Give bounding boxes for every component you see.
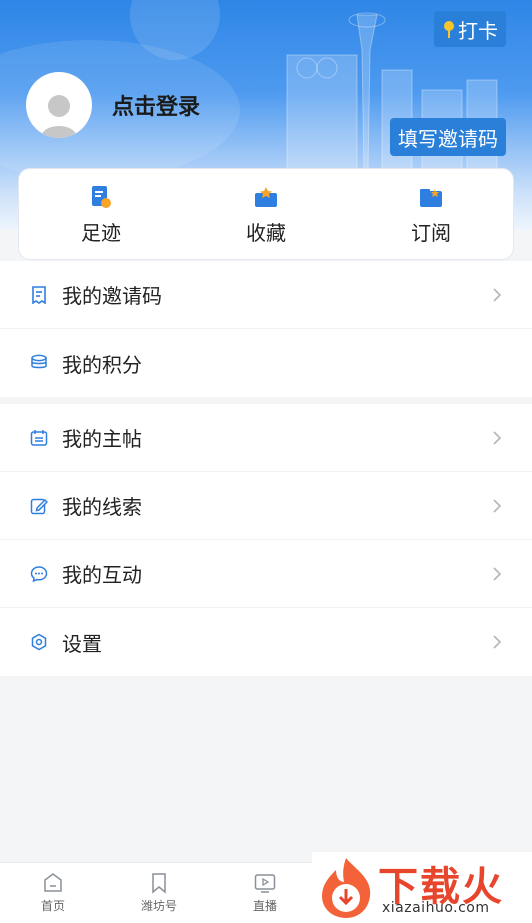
subscribe-icon — [420, 189, 442, 207]
footprint-icon — [92, 186, 111, 208]
tab-home[interactable]: 首页 — [0, 863, 106, 923]
invite-code-icon — [32, 285, 46, 304]
menu-item-label: 我的互动 — [62, 563, 142, 587]
settings-icon — [31, 633, 47, 651]
quick-action-footprint[interactable]: 足迹 — [51, 169, 151, 259]
menu-group-activity: 我的主帖 我的线索 我的互动 设置 — [0, 404, 532, 676]
points-icon — [31, 354, 47, 369]
watermark-url: xiazaihuo.com — [382, 900, 490, 916]
favorites-icon — [255, 187, 277, 207]
chevron-right-icon — [493, 287, 502, 302]
menu-item-label: 我的主帖 — [62, 427, 142, 451]
quick-action-label: 足迹 — [81, 221, 121, 245]
chevron-right-icon — [493, 430, 502, 445]
menu-item-label: 设置 — [62, 631, 102, 656]
flame-logo-icon — [322, 858, 371, 918]
quick-action-favorites[interactable]: 收藏 — [216, 169, 316, 259]
chevron-right-icon — [493, 498, 502, 513]
tab-label: 直播 — [252, 899, 277, 913]
posts-icon — [30, 429, 48, 446]
menu-item-points[interactable]: 我的积分 — [0, 329, 532, 397]
quick-action-label: 收藏 — [246, 221, 286, 245]
bookmark-icon — [152, 873, 166, 894]
location-pin-icon — [444, 21, 454, 38]
login-link[interactable]: 点击登录 — [112, 89, 200, 121]
edit-clue-icon — [30, 498, 48, 514]
menu-item-label: 我的邀请码 — [62, 284, 162, 308]
quick-action-label: 订阅 — [411, 221, 451, 245]
menu-item-my-posts[interactable]: 我的主帖 — [0, 404, 532, 472]
menu-group-account: 我的邀请码 我的积分 — [0, 261, 532, 397]
menu-item-my-clues[interactable]: 我的线索 — [0, 472, 532, 540]
fill-invite-code-button[interactable]: 填写邀请码 — [390, 118, 506, 156]
menu-item-label: 我的线索 — [62, 495, 142, 519]
tab-label: 潍坊号 — [140, 899, 177, 913]
chat-icon — [30, 565, 48, 582]
chevron-right-icon — [493, 566, 502, 581]
clock-in-button[interactable]: 打卡 — [434, 11, 506, 47]
avatar[interactable] — [26, 72, 92, 138]
menu-item-invite-code[interactable]: 我的邀请码 — [0, 261, 532, 329]
tab-weifang-hao[interactable]: 潍坊号 — [106, 863, 212, 923]
chevron-right-icon — [493, 635, 502, 649]
tab-live[interactable]: 直播 — [212, 863, 318, 923]
tab-label: 首页 — [40, 899, 65, 913]
clock-in-label: 打卡 — [458, 18, 498, 43]
quick-actions-card: 足迹 收藏 订阅 — [18, 168, 514, 260]
quick-action-subscribe[interactable]: 订阅 — [381, 169, 481, 259]
watermark: 下载火 xiazaihuo.com — [312, 852, 532, 923]
live-tv-icon — [254, 874, 276, 893]
user-silhouette-icon — [41, 95, 77, 138]
menu-item-label: 我的积分 — [62, 352, 142, 377]
menu-item-my-interactions[interactable]: 我的互动 — [0, 540, 532, 608]
home-icon — [44, 873, 62, 892]
menu-item-settings[interactable]: 设置 — [0, 608, 532, 676]
